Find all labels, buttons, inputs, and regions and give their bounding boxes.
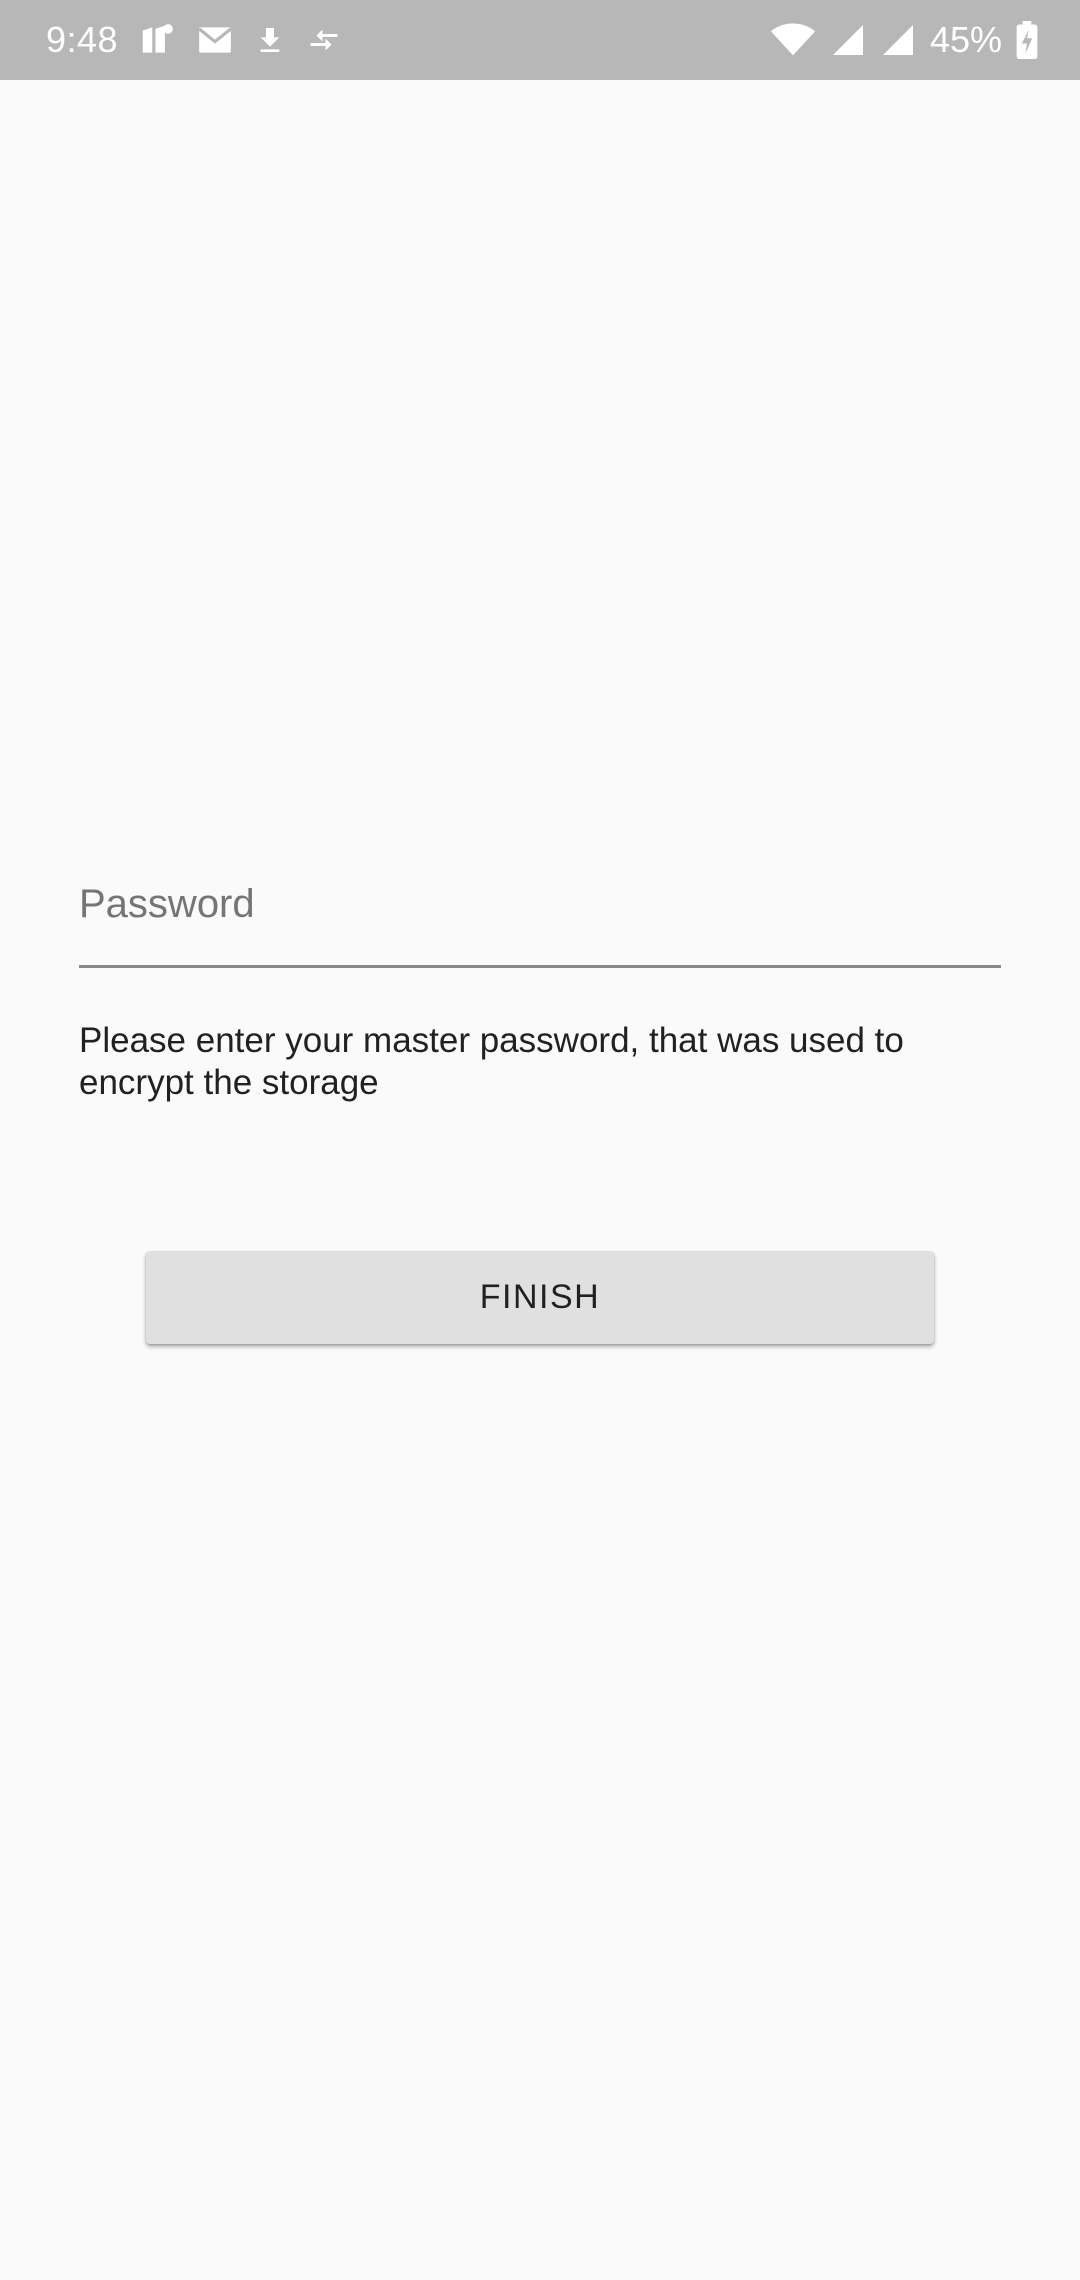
notification-app-icon bbox=[138, 21, 176, 59]
status-time: 9:48 bbox=[46, 19, 119, 60]
status-bar-left: 9:48 bbox=[46, 0, 342, 80]
password-field[interactable] bbox=[79, 855, 1001, 968]
battery-percent: 45% bbox=[929, 19, 1002, 60]
app-content bbox=[0, 80, 1080, 2280]
status-bar-right: 45% bbox=[770, 0, 1038, 80]
status-bar: 9:48 45% bbox=[0, 0, 1080, 80]
password-input[interactable] bbox=[79, 855, 1001, 965]
data-transfer-icon bbox=[306, 22, 342, 58]
wifi-icon bbox=[770, 22, 816, 58]
helper-text: Please enter your master password, that … bbox=[79, 1021, 904, 1102]
finish-button[interactable]: FINISH bbox=[146, 1251, 934, 1344]
password-underline bbox=[79, 965, 1001, 968]
mail-icon bbox=[196, 21, 234, 59]
signal-icon-2 bbox=[880, 22, 916, 58]
signal-icon bbox=[830, 22, 866, 58]
download-icon bbox=[254, 22, 286, 58]
battery-charging-icon bbox=[1016, 21, 1038, 59]
